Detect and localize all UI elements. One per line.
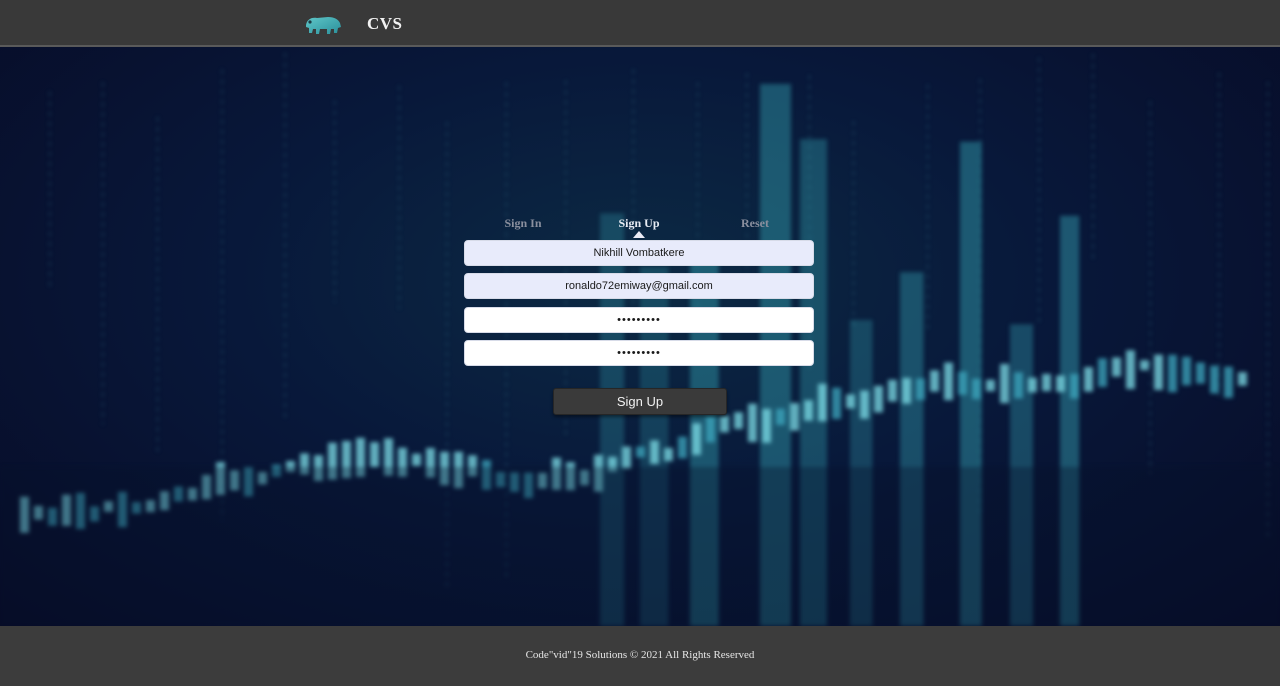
copyright-text: Code"vid"19 Solutions © 2021 All Rights … [525,649,755,661]
tab-reset[interactable]: Reset [741,216,769,231]
hero-background: Sign In Sign Up Reset Sign Up [0,47,1280,626]
top-navbar: CVS [0,0,1280,47]
auth-tabs: Sign In Sign Up Reset [464,216,814,238]
name-input[interactable] [464,240,814,266]
tab-sign-in[interactable]: Sign In [504,216,541,231]
brand-title[interactable]: CVS [367,14,403,34]
email-input[interactable] [464,273,814,299]
bear-logo-icon[interactable] [304,13,342,37]
footer: Code"vid"19 Solutions © 2021 All Rights … [0,626,1280,686]
password-input[interactable] [464,307,814,333]
confirm-password-input[interactable] [464,340,814,366]
sign-up-button[interactable]: Sign Up [553,388,727,415]
active-tab-caret-icon [633,231,645,238]
tab-sign-up[interactable]: Sign Up [618,216,659,231]
stock-chart-background-image [0,53,1280,626]
